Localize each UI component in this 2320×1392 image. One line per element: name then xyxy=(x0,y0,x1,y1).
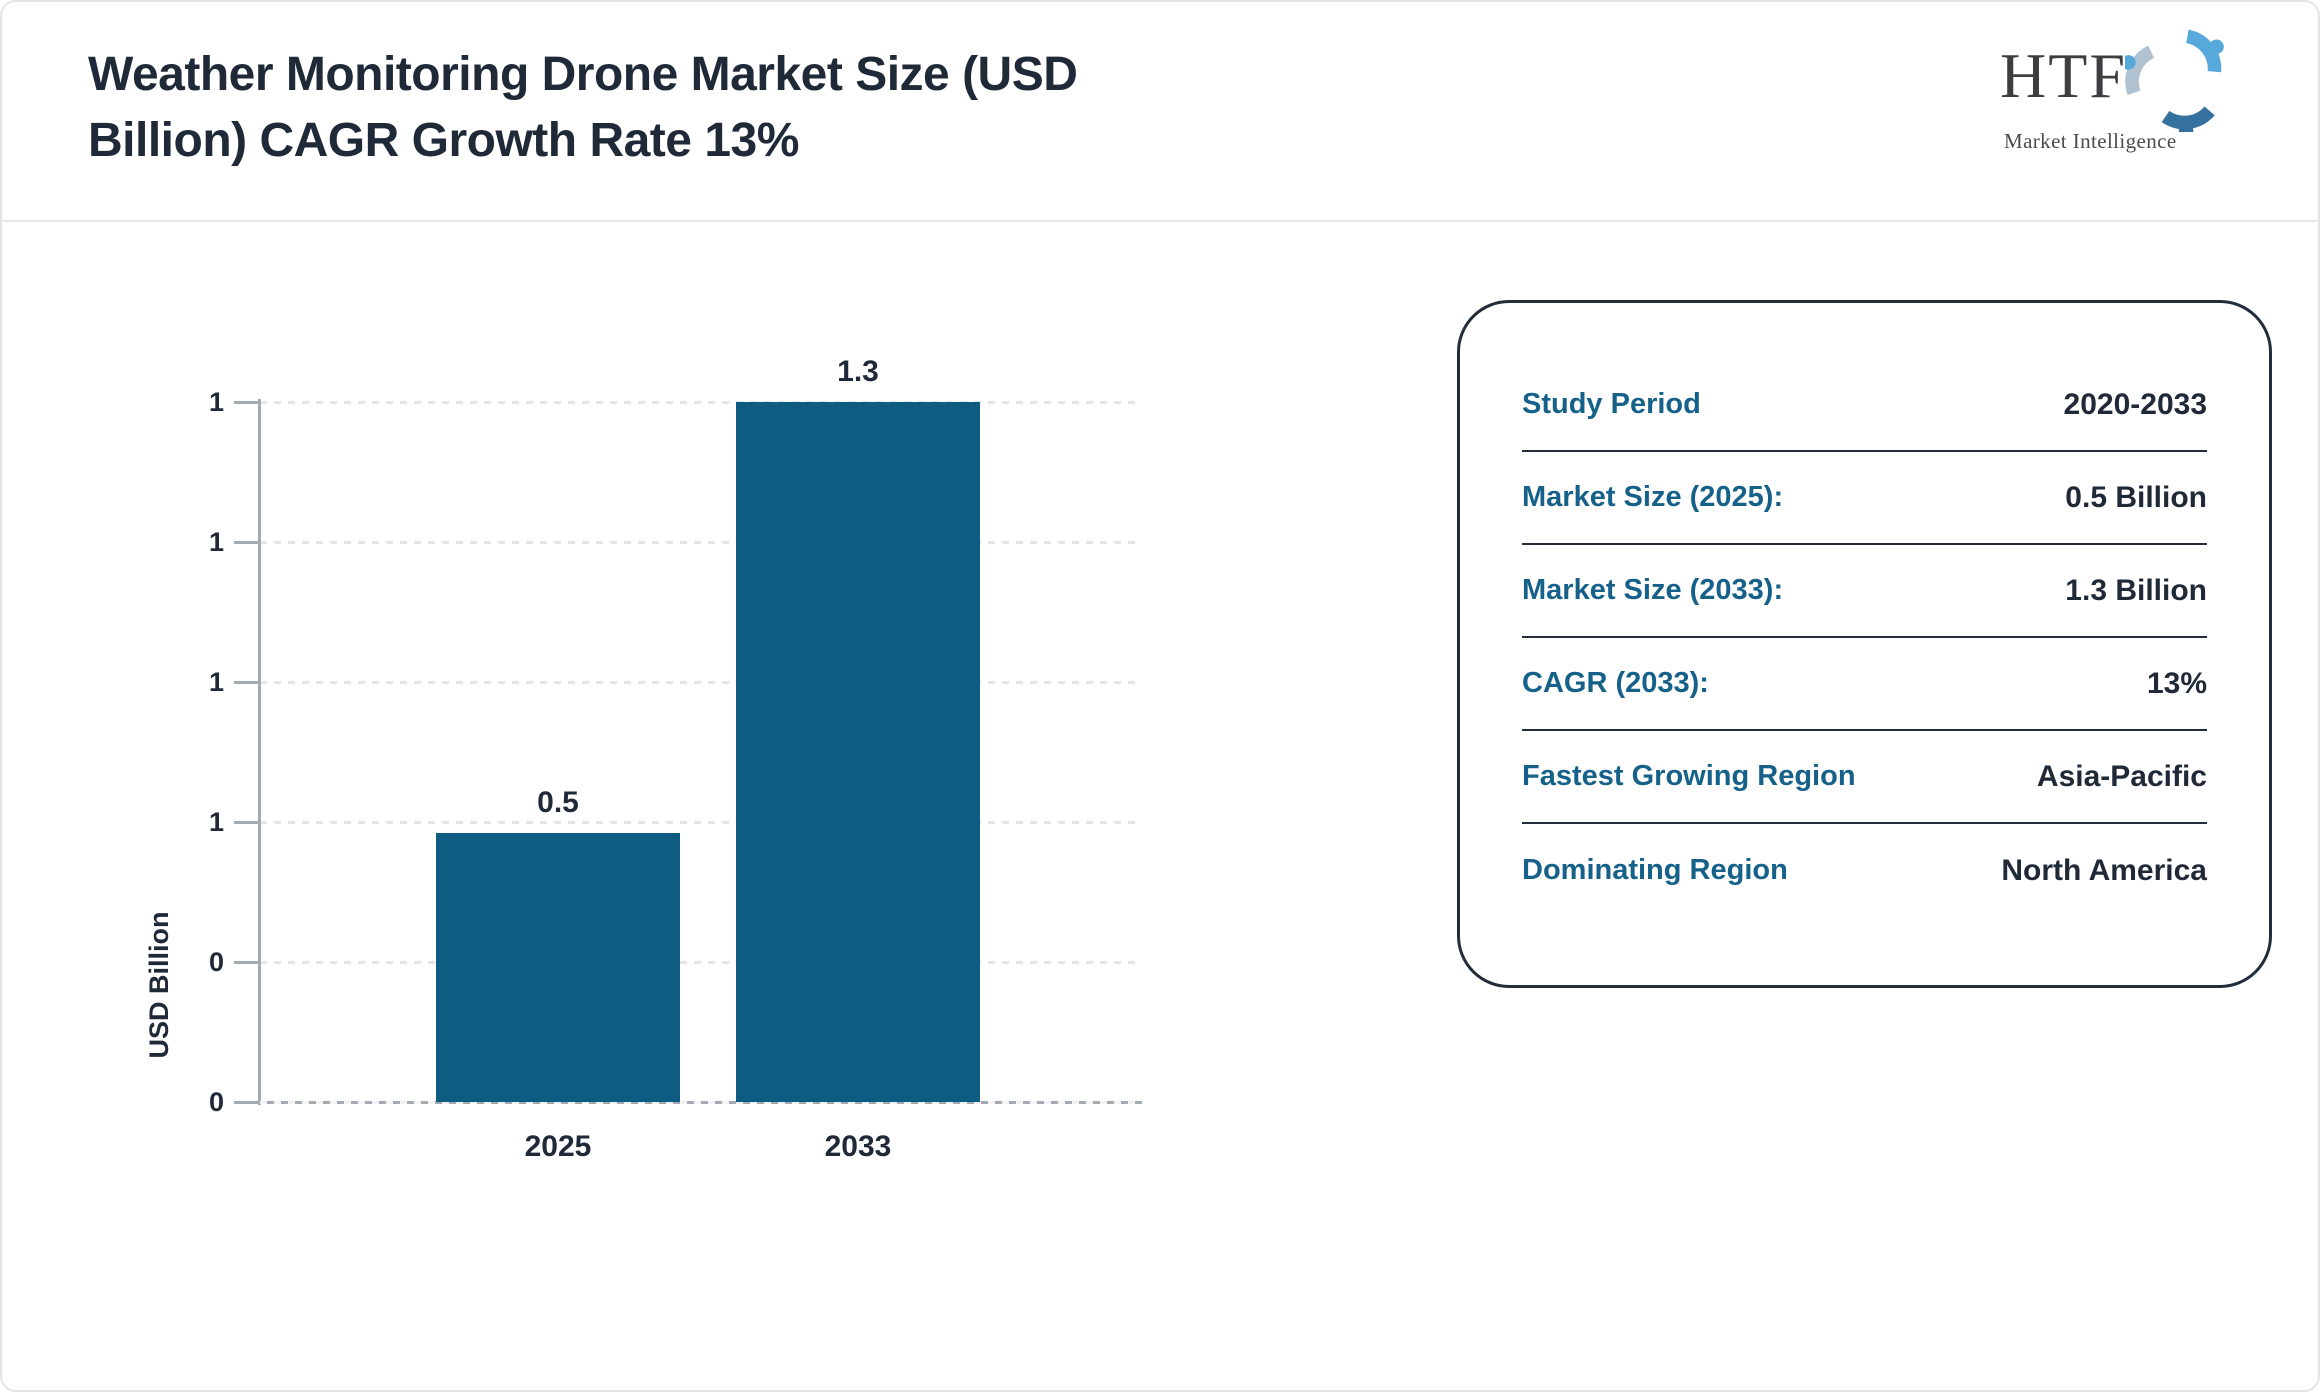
y-axis-tick xyxy=(234,541,260,544)
panel-row-label: Fastest Growing Region xyxy=(1522,760,1856,793)
logo-swirl-icon xyxy=(2125,28,2229,137)
panel-row-cagr: CAGR (2033): 13% xyxy=(1522,638,2207,731)
panel-row-value: 0.5 Billion xyxy=(2065,481,2207,515)
y-tick-label: 0 xyxy=(154,947,224,977)
y-tick-label: 1 xyxy=(154,527,224,557)
panel-row-value: 2020-2033 xyxy=(2064,388,2207,422)
bar-2025 xyxy=(436,833,680,1102)
panel-row-value: 1.3 Billion xyxy=(2065,574,2207,608)
panel-row-label: Market Size (2033): xyxy=(1522,574,1783,607)
page-frame: Weather Monitoring Drone Market Size (US… xyxy=(0,0,2320,1392)
bar-value-label: 0.5 xyxy=(468,786,648,820)
bar-2033 xyxy=(736,402,980,1102)
panel-row-label: Study Period xyxy=(1522,388,1701,421)
y-axis-tick xyxy=(234,681,260,684)
panel-row-label: Market Size (2025): xyxy=(1522,481,1783,514)
panel-row-value: 13% xyxy=(2147,667,2207,701)
bar-chart: USD Billion 1111000.520251.32033 xyxy=(2,220,1252,1220)
y-tick-label: 0 xyxy=(154,1087,224,1117)
y-tick-label: 1 xyxy=(154,387,224,417)
y-axis-tick xyxy=(234,961,260,964)
gridline xyxy=(260,821,1142,824)
x-tick-label: 2025 xyxy=(458,1130,658,1164)
logo-wordmark: HTF xyxy=(2000,26,2127,126)
page-title-line-1: Weather Monitoring Drone Market Size (US… xyxy=(88,42,1077,108)
panel-row-market-size-2025: Market Size (2025): 0.5 Billion xyxy=(1522,452,2207,545)
y-axis-tick xyxy=(234,401,260,404)
panel-row-study-period: Study Period 2020-2033 xyxy=(1522,359,2207,452)
panel-row-label: CAGR (2033): xyxy=(1522,667,1709,700)
panel-row-dominating-region: Dominating Region North America xyxy=(1522,824,2207,917)
page-title-line-2: Billion) CAGR Growth Rate 13% xyxy=(88,108,1077,174)
y-axis-tick xyxy=(234,821,260,824)
header: Weather Monitoring Drone Market Size (US… xyxy=(2,2,2318,220)
gridline xyxy=(260,541,1142,544)
panel-row-label: Dominating Region xyxy=(1522,854,1788,887)
gridline xyxy=(260,401,1142,404)
panel-row-value: Asia-Pacific xyxy=(2037,760,2207,794)
brand-logo: HTF xyxy=(2000,26,2260,154)
x-tick-label: 2033 xyxy=(758,1130,958,1164)
x-axis-dashes xyxy=(260,1101,1142,1104)
y-tick-label: 1 xyxy=(154,807,224,837)
gridline xyxy=(260,961,1142,964)
panel-row-value: North America xyxy=(2001,854,2207,888)
page-title: Weather Monitoring Drone Market Size (US… xyxy=(88,42,1077,174)
bar-value-label: 1.3 xyxy=(768,355,948,389)
y-axis-line xyxy=(258,399,261,1105)
y-tick-label: 1 xyxy=(154,667,224,697)
panel-row-fastest-growing-region: Fastest Growing Region Asia-Pacific xyxy=(1522,731,2207,824)
panel-row-market-size-2033: Market Size (2033): 1.3 Billion xyxy=(1522,545,2207,638)
summary-panel: Study Period 2020-2033 Market Size (2025… xyxy=(1457,300,2272,988)
gridline xyxy=(260,681,1142,684)
